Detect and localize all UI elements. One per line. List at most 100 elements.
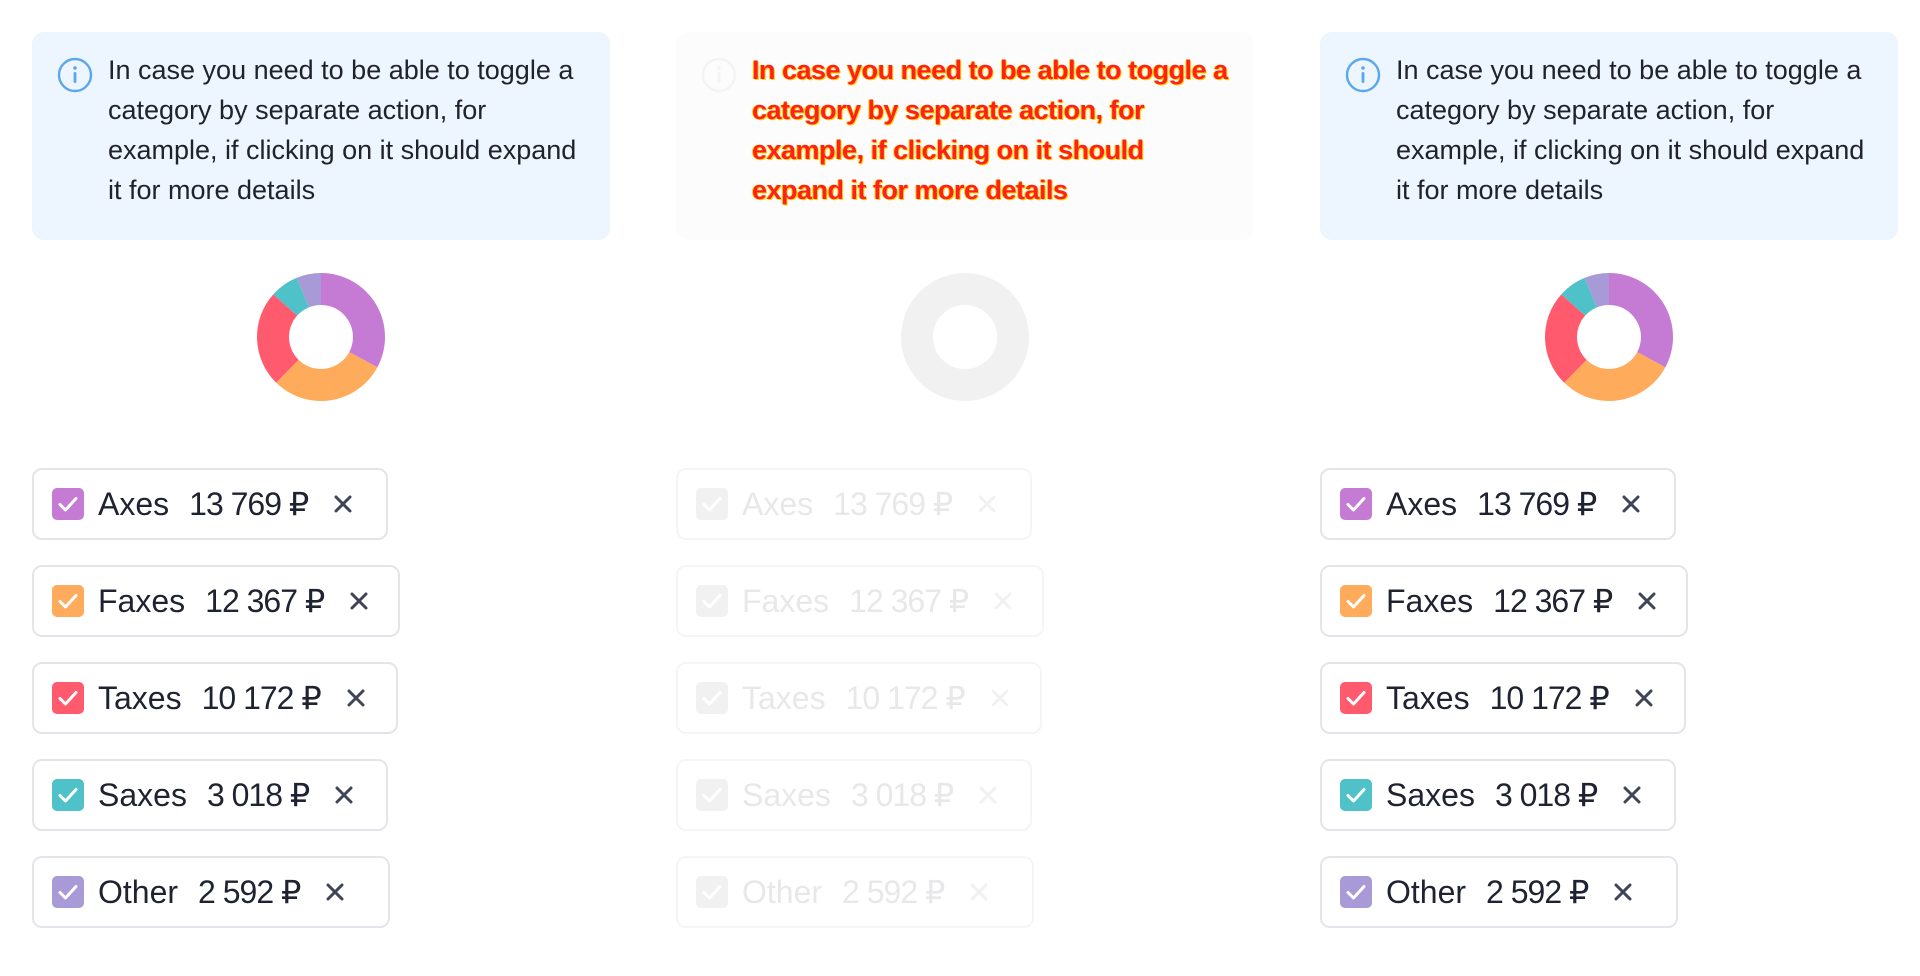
check-icon [58,885,78,900]
category-name: Faxes [742,582,830,619]
close-icon[interactable] [331,782,357,808]
close-icon[interactable] [343,685,369,711]
category-chip-taxes: Taxes 10 172 ₽ [676,662,1042,734]
category-checkbox[interactable] [52,682,84,714]
close-icon[interactable] [346,588,372,614]
category-chip-taxes[interactable]: Taxes 10 172 ₽ [1320,662,1686,734]
category-amount: 13 769 ₽ [1477,486,1597,522]
category-chip-axes: Axes 13 769 ₽ [676,468,1032,540]
info-box: In case you need to be able to toggle a … [1320,32,1898,240]
category-amount: 10 172 ₽ [201,680,322,716]
category-checkbox [696,682,728,714]
category-name: Taxes [1386,679,1470,716]
donut-slice-axes[interactable] [321,273,385,368]
donut-chart [1545,273,1673,401]
category-checkbox[interactable] [52,876,84,908]
check-icon [1346,594,1366,609]
category-checkbox [696,876,728,908]
close-icon[interactable] [1610,879,1636,905]
check-icon [702,594,722,609]
category-chip-faxes: Faxes 12 367 ₽ [676,565,1044,637]
close-icon[interactable] [1619,782,1645,808]
donut-chart [257,273,385,401]
close-icon [994,592,1012,610]
category-amount: 2 592 ₽ [198,874,301,910]
info-box: In case you need to be able to toggle a … [676,32,1254,240]
category-amount: 12 367 ₽ [205,583,325,619]
category-checkbox[interactable] [52,779,84,811]
category-chip-other[interactable]: Other 2 592 ₽ [32,856,390,928]
category-name: Axes [1386,485,1458,522]
category-amount: 12 367 ₽ [1493,583,1613,619]
category-checkbox [696,585,728,617]
category-checkbox[interactable] [52,488,84,520]
category-checkbox[interactable] [1340,779,1372,811]
close-icon [978,495,996,513]
panel-2-disabled: In case you need to be able to toggle a … [644,0,1288,976]
check-icon [1346,497,1366,512]
category-chip-saxes: Saxes 3 018 ₽ [676,759,1032,831]
category-name: Other [98,873,179,910]
category-name: Taxes [742,679,826,716]
category-checkbox[interactable] [1340,682,1372,714]
category-chip-faxes[interactable]: Faxes 12 367 ₽ [1320,565,1688,637]
check-icon [1346,885,1366,900]
category-chip-axes[interactable]: Axes 13 769 ₽ [1320,468,1676,540]
donut-chart [901,273,1029,401]
panel-3: In case you need to be able to toggle a … [1288,0,1920,976]
category-chip-other: Other 2 592 ₽ [676,856,1034,928]
category-checkbox[interactable] [1340,585,1372,617]
category-amount: 2 592 ₽ [1486,874,1589,910]
category-checkbox [696,779,728,811]
category-checkbox[interactable] [1340,488,1372,520]
check-icon [702,885,722,900]
category-name: Axes [98,485,170,522]
donut-slice-axes[interactable] [1609,273,1673,368]
category-checkbox [696,488,728,520]
close-icon [970,883,988,901]
check-icon [58,594,78,609]
category-amount: 2 592 ₽ [842,874,945,910]
category-checkbox[interactable] [52,585,84,617]
category-name: Taxes [98,679,182,716]
close-icon[interactable] [1634,588,1660,614]
category-chip-taxes[interactable]: Taxes 10 172 ₽ [32,662,398,734]
category-name: Faxes [1386,582,1474,619]
close-icon[interactable] [1631,685,1657,711]
category-name: Other [1386,873,1467,910]
check-icon [702,497,722,512]
check-icon [58,497,78,512]
info-text: In case you need to be able to toggle a … [108,55,577,205]
category-name: Other [742,873,823,910]
info-box: In case you need to be able to toggle a … [32,32,610,240]
close-icon [979,786,997,804]
close-icon[interactable] [330,491,356,517]
info-text: In case you need to be able to toggle a … [752,55,1228,205]
category-amount: 10 172 ₽ [1489,680,1610,716]
category-name: Faxes [98,582,186,619]
category-name: Saxes [742,776,831,813]
check-icon [702,788,722,803]
category-amount: 3 018 ₽ [206,777,310,813]
category-chip-saxes[interactable]: Saxes 3 018 ₽ [32,759,388,831]
check-icon [58,788,78,803]
donut-disabled-ring [901,273,1029,401]
category-chip-axes[interactable]: Axes 13 769 ₽ [32,468,388,540]
category-amount: 13 769 ₽ [189,486,309,522]
check-icon [58,691,78,706]
close-icon[interactable] [322,879,348,905]
category-name: Axes [742,485,814,522]
category-name: Saxes [1386,776,1475,813]
category-amount: 10 172 ₽ [845,680,966,716]
category-chip-faxes[interactable]: Faxes 12 367 ₽ [32,565,400,637]
info-icon [701,57,737,93]
check-icon [1346,691,1366,706]
category-chip-other[interactable]: Other 2 592 ₽ [1320,856,1678,928]
category-amount: 3 018 ₽ [850,777,954,813]
category-chip-saxes[interactable]: Saxes 3 018 ₽ [1320,759,1676,831]
close-icon[interactable] [1618,491,1644,517]
category-checkbox[interactable] [1340,876,1372,908]
category-amount: 12 367 ₽ [849,583,969,619]
check-icon [1346,788,1366,803]
category-name: Saxes [98,776,187,813]
